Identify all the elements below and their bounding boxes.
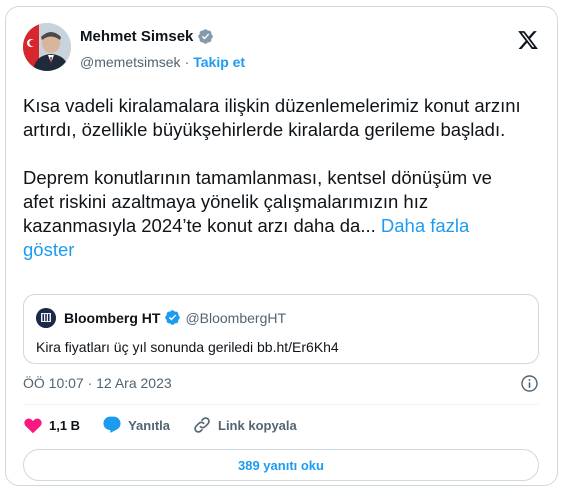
author-handle-row: @memetsimsek · Takip et <box>80 54 245 70</box>
separator-dot: · <box>184 54 190 70</box>
timestamp[interactable]: ÖÖ 10:07 · 12 Ara 2023 <box>23 375 172 391</box>
like-count: 1,1 B <box>49 417 81 433</box>
like-button[interactable]: 1,1 B <box>23 415 80 435</box>
tweet-text: Kısa vadeli kiralamalara ilişkin düzenle… <box>23 94 523 262</box>
link-icon <box>194 417 210 433</box>
quoted-tweet[interactable]: Bloomberg HT @BloombergHT Kira fiyatları… <box>23 294 539 364</box>
reply-button[interactable]: Yanıtla <box>102 415 170 435</box>
quoted-name: Bloomberg HT <box>64 309 161 326</box>
info-icon[interactable] <box>520 374 539 393</box>
read-replies-label: 389 yanıtı oku <box>238 457 324 473</box>
read-replies-button[interactable]: 389 yanıtı oku <box>23 449 539 481</box>
action-bar: 1,1 B Yanıtla Link kopyala <box>23 413 319 437</box>
heart-icon <box>24 418 42 434</box>
copy-link-label: Link kopyala <box>218 417 297 433</box>
author-name[interactable]: Mehmet Simsek <box>80 28 193 45</box>
author-handle[interactable]: @memetsimsek <box>80 54 181 70</box>
quoted-header: Bloomberg HT @BloombergHT <box>64 309 286 326</box>
follow-link[interactable]: Takip et <box>193 54 245 70</box>
reply-label: Yanıtla <box>128 417 170 433</box>
copy-link-button[interactable]: Link kopyala <box>192 415 297 435</box>
tweet-card: Mehmet Simsek @memetsimsek · Takip et Kı… <box>5 6 558 486</box>
author-avatar[interactable] <box>23 23 71 71</box>
reply-bubble-icon <box>103 416 121 433</box>
x-logo-icon[interactable] <box>517 29 539 51</box>
quoted-avatar <box>36 308 56 328</box>
quoted-handle: @BloombergHT <box>185 309 287 326</box>
author-name-row: Mehmet Simsek <box>80 28 214 45</box>
verified-badge-icon <box>198 29 214 44</box>
quoted-text: Kira fiyatları üç yıl sonunda geriledi b… <box>36 339 339 355</box>
divider <box>23 404 539 405</box>
quoted-verified-icon <box>165 310 181 325</box>
